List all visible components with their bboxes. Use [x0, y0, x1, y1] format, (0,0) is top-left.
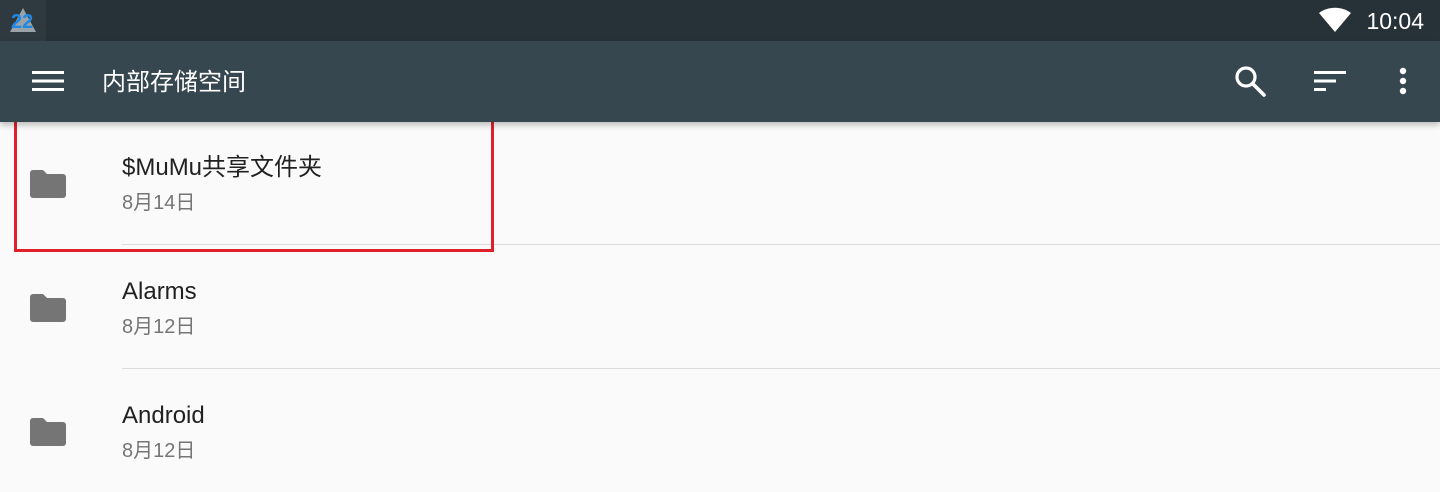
notification-app-icon: 22: [0, 0, 46, 41]
file-date: 8月12日: [122, 316, 196, 338]
status-bar: 22 10:04: [0, 0, 1440, 41]
list-item-alarms[interactable]: Alarms 8月12日: [0, 245, 1440, 368]
page-title: 内部存储空间: [102, 68, 246, 96]
file-date: 8月14日: [122, 192, 196, 214]
folder-icon: [30, 170, 66, 198]
status-time: 10:04: [1366, 8, 1424, 34]
folder-icon: [30, 294, 66, 322]
more-vert-icon: [1399, 67, 1407, 95]
file-name: Alarms: [122, 278, 197, 305]
sort-icon: [1314, 71, 1346, 91]
notification-badge-text: 22: [11, 11, 33, 33]
file-date: 8月12日: [122, 440, 196, 462]
list-item-android[interactable]: Android 8月12日: [0, 369, 1440, 492]
app-toolbar: 内部存储空间: [0, 41, 1440, 122]
list-item-mumu-shared-folder[interactable]: $MuMu共享文件夹 8月14日: [0, 122, 1440, 245]
search-icon: [1235, 66, 1266, 97]
file-name: Android: [122, 402, 205, 429]
folder-icon: [30, 418, 66, 446]
more-options-button[interactable]: [1385, 63, 1421, 99]
menu-icon[interactable]: [32, 69, 64, 93]
file-name: $MuMu共享文件夹: [122, 154, 323, 181]
search-button[interactable]: [1232, 63, 1268, 99]
wifi-icon: [1319, 7, 1351, 32]
sort-button[interactable]: [1311, 63, 1347, 99]
